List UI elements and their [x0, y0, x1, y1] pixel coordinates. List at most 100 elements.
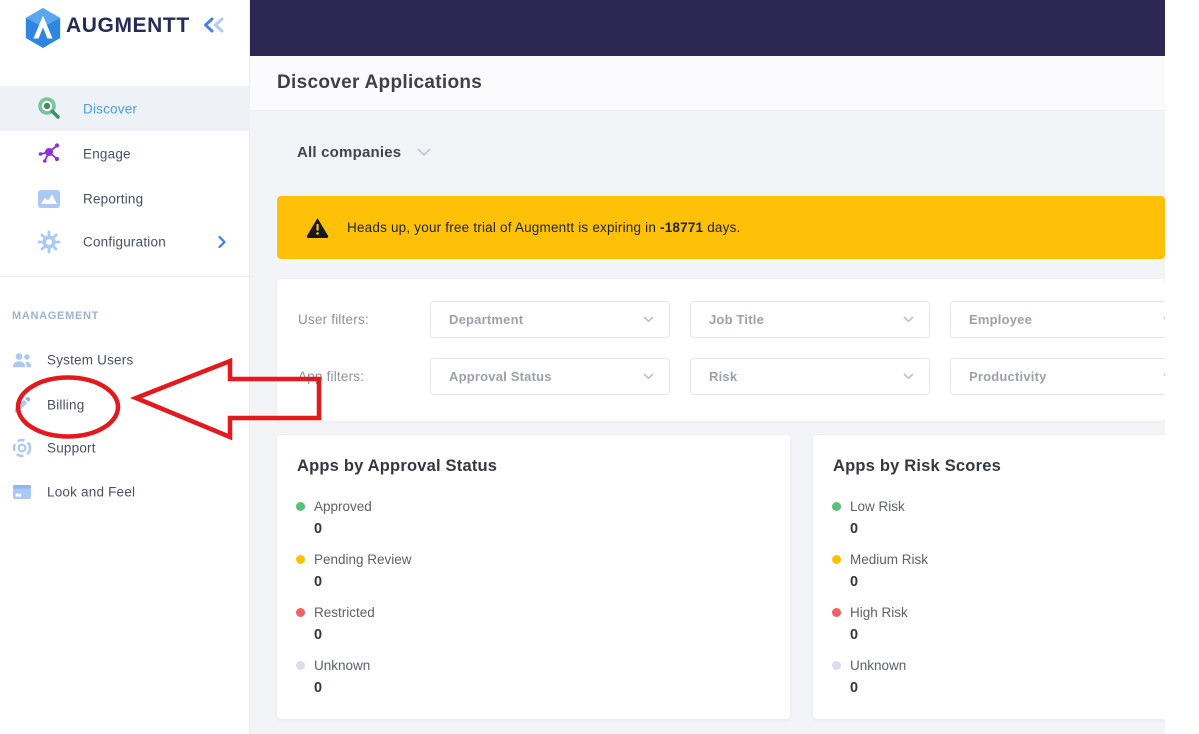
legend-dot [832, 661, 841, 670]
legend-item: Approved 0 [296, 499, 372, 537]
sidebar-divider [0, 276, 250, 277]
chevron-down-icon [1163, 316, 1165, 320]
legend-dot [832, 608, 841, 617]
sidebar-item-reporting[interactable]: Reporting [0, 176, 250, 221]
company-selector[interactable]: All companies [297, 144, 431, 161]
sidebar-item-configuration[interactable]: Configuration [0, 219, 250, 264]
select-placeholder: Productivity [969, 369, 1047, 384]
legend-item: Medium Risk 0 [832, 552, 928, 590]
legend-label: Pending Review [314, 552, 412, 567]
select-placeholder: Job Title [709, 312, 765, 327]
select-placeholder: Risk [709, 369, 738, 384]
main-area: Discover Applications All companies Head… [250, 0, 1165, 734]
brand-logo-icon [25, 7, 61, 49]
sidebar-item-label: Configuration [83, 234, 166, 249]
legend-value: 0 [850, 627, 859, 643]
filters-panel: User filters: App filters: Department Jo… [277, 279, 1165, 421]
network-icon [38, 142, 60, 163]
filter-select-employee[interactable]: Employee [950, 301, 1165, 338]
filter-select-approval-status[interactable]: Approval Status [430, 358, 670, 395]
chevron-down-icon [643, 316, 654, 323]
chevron-down-icon [1163, 373, 1165, 377]
legend-item: Low Risk 0 [832, 499, 905, 537]
sidebar-item-label: Support [47, 440, 96, 456]
banner-text: Heads up, your free trial of Augmentt is… [347, 220, 740, 235]
app-root: Discover Applications All companies Head… [0, 0, 1199, 734]
legend-label: Restricted [314, 605, 375, 620]
bar-chart-icon [38, 189, 60, 208]
banner-text-prefix: Heads up, your free trial of Augmentt is… [347, 220, 661, 235]
brand-logo: AUGMENTT [0, 0, 250, 56]
approval-status-card: Apps by Approval Status Approved 0 Pendi… [277, 435, 790, 719]
sidebar-item-label: Discover [83, 101, 138, 116]
brand-wordmark: AUGMENTT [66, 14, 190, 37]
sidebar-item-label: System Users [47, 352, 134, 368]
legend-item: Restricted 0 [296, 605, 375, 643]
legend-label: High Risk [850, 605, 908, 620]
chevron-down-icon [417, 148, 431, 157]
legend-item: Pending Review 0 [296, 552, 412, 590]
select-placeholder: Approval Status [449, 369, 552, 384]
legend-item: Unknown 0 [832, 658, 906, 696]
company-selector-value: All companies [297, 144, 402, 161]
user-filters-label: User filters: [298, 312, 369, 327]
life-ring-icon [12, 438, 32, 458]
legend-value: 0 [314, 521, 323, 537]
card-title: Apps by Risk Scores [833, 457, 1001, 475]
gear-icon [37, 230, 61, 253]
legend-value: 0 [314, 574, 323, 590]
legend-label: Low Risk [850, 499, 905, 514]
filter-select-department[interactable]: Department [430, 301, 670, 338]
page-title: Discover Applications [277, 72, 483, 93]
select-placeholder: Employee [969, 312, 1033, 327]
chevron-left-double-icon [204, 17, 224, 33]
filter-select-job-title[interactable]: Job Title [690, 301, 930, 338]
warning-icon [306, 218, 329, 238]
sidebar-item-label: Look and Feel [47, 484, 136, 500]
users-icon [13, 353, 32, 368]
select-placeholder: Department [449, 312, 524, 327]
legend-dot [296, 608, 305, 617]
sidebar: AUGMENTT Discover Engage Reporting Confi… [0, 0, 250, 734]
sidebar-item-engage[interactable]: Engage [0, 131, 250, 176]
submenu-chevron-right-icon [218, 235, 226, 248]
search-icon [38, 96, 60, 119]
legend-dot [832, 502, 841, 511]
filter-select-risk[interactable]: Risk [690, 358, 930, 395]
banner-text-suffix: days. [703, 220, 741, 235]
banner-days-value: -18771 [660, 220, 704, 235]
legend-value: 0 [314, 627, 323, 643]
collapse-sidebar-button[interactable] [202, 17, 227, 36]
legend-dot [832, 555, 841, 564]
filter-select-productivity[interactable]: Productivity [950, 358, 1165, 395]
legend-dot [296, 661, 305, 670]
page-header: Discover Applications [250, 56, 1165, 111]
sidebar-item-label: Billing [47, 397, 85, 413]
sidebar-item-system-users[interactable]: System Users [0, 340, 250, 380]
legend-value: 0 [850, 680, 859, 696]
risk-scores-card: Apps by Risk Scores Low Risk 0 Medium Ri… [813, 435, 1165, 719]
chevron-down-icon [903, 316, 914, 323]
legend-item: Unknown 0 [296, 658, 370, 696]
legend-value: 0 [850, 574, 859, 590]
sidebar-item-support[interactable]: Support [0, 428, 250, 468]
chevron-down-icon [643, 373, 654, 380]
window-icon [13, 485, 31, 499]
app-filters-label: App filters: [298, 369, 365, 384]
chevron-down-icon [903, 373, 914, 380]
trial-warning-banner: Heads up, your free trial of Augmentt is… [277, 196, 1165, 259]
top-navbar [250, 0, 1165, 56]
sidebar-item-look-and-feel[interactable]: Look and Feel [0, 472, 250, 512]
sidebar-item-discover[interactable]: Discover [0, 86, 250, 131]
legend-value: 0 [314, 680, 323, 696]
legend-label: Approved [314, 499, 372, 514]
sidebar-item-billing[interactable]: Billing [0, 385, 250, 425]
card-title: Apps by Approval Status [297, 457, 498, 475]
sidebar-item-label: Reporting [83, 191, 144, 206]
management-section-label: MANAGEMENT [12, 310, 100, 322]
legend-label: Unknown [850, 658, 907, 673]
legend-label: Unknown [314, 658, 371, 673]
legend-item: High Risk 0 [832, 605, 908, 643]
pencil-icon [14, 396, 31, 413]
legend-value: 0 [850, 521, 859, 537]
